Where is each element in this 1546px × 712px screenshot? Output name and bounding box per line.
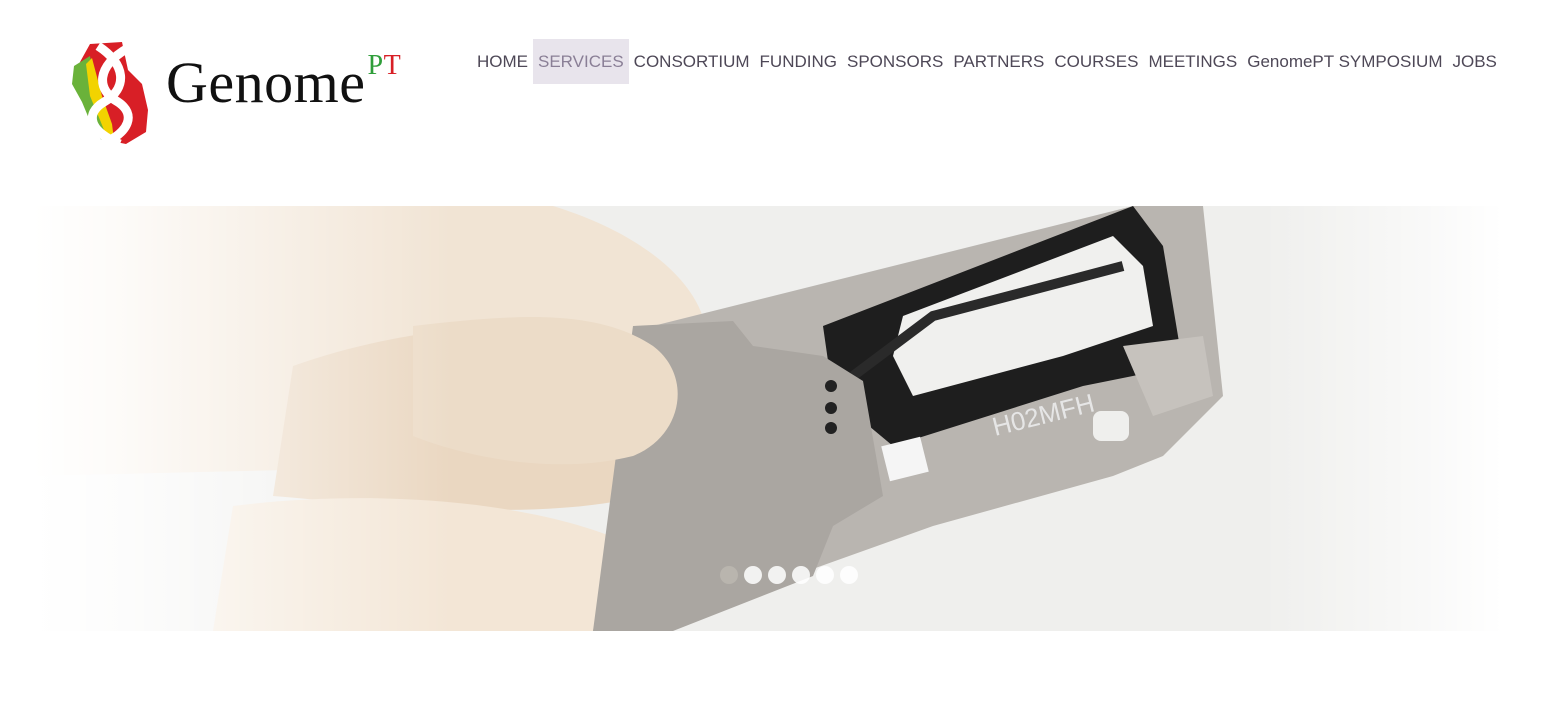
genome-logo-icon: [72, 42, 148, 148]
nav-item-symposium[interactable]: GenomePT SYMPOSIUM: [1242, 39, 1447, 84]
slider-dot-1[interactable]: [720, 566, 738, 584]
nav-item-services[interactable]: SERVICES: [533, 39, 629, 84]
nav-item-home[interactable]: HOME: [472, 39, 533, 84]
nav-item-partners[interactable]: PARTNERS: [948, 39, 1049, 84]
nav-item-jobs[interactable]: JOBS: [1447, 39, 1501, 84]
slider-dot-6[interactable]: [840, 566, 858, 584]
nav-item-sponsors[interactable]: SPONSORS: [842, 39, 948, 84]
slider-dot-2[interactable]: [744, 566, 762, 584]
main-nav: HOME SERVICES CONSORTIUM FUNDING SPONSOR…: [472, 39, 1502, 84]
hero-slider[interactable]: H02MFH: [33, 206, 1503, 631]
nav-item-consortium[interactable]: CONSORTIUM: [629, 39, 755, 84]
slider-dot-4[interactable]: [792, 566, 810, 584]
slider-pagination: [720, 566, 858, 584]
nav-item-meetings[interactable]: MEETINGS: [1143, 39, 1242, 84]
slide-fade-right: [1263, 206, 1503, 631]
site-logo[interactable]: GenomePT: [70, 40, 460, 148]
slider-dot-5[interactable]: [816, 566, 834, 584]
nav-item-funding[interactable]: FUNDING: [755, 39, 842, 84]
site-header: GenomePT HOME SERVICES CONSORTIUM FUNDIN…: [0, 0, 1546, 180]
logo-superscript-t: T: [383, 50, 402, 81]
logo-wordmark: GenomePT: [166, 52, 401, 112]
nav-item-courses[interactable]: COURSES: [1049, 39, 1143, 84]
logo-superscript-p: P: [367, 50, 384, 81]
slider-dot-3[interactable]: [768, 566, 786, 584]
logo-superscript: PT: [368, 50, 402, 81]
logo-name: Genome: [166, 50, 366, 115]
slide-fade-left: [33, 206, 453, 631]
